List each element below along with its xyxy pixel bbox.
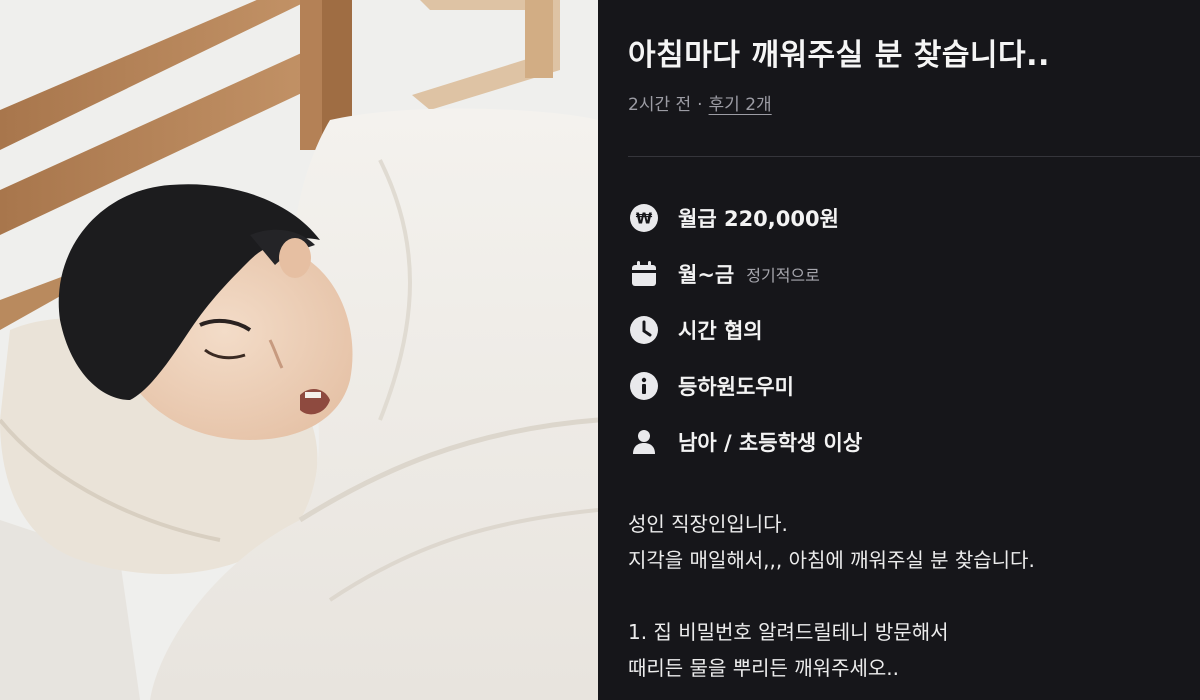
- post-meta: 2시간 전 · 후기 2개: [628, 90, 772, 115]
- divider: [628, 156, 1200, 157]
- won-icon: ₩: [628, 202, 660, 234]
- post-time: 2시간 전: [628, 95, 692, 115]
- calendar-icon: [628, 258, 660, 290]
- post-panel: 아침마다 깨워주실 분 찾습니다.. 2시간 전 · 후기 2개 ₩ 월급 220,…: [598, 0, 1200, 700]
- meta-separator: ·: [697, 95, 703, 115]
- description-line: 지각을 매일해서,,, 아침에 깨워주실 분 찾습니다.: [628, 548, 1035, 572]
- post-title: 아침마다 깨워주실 분 찾습니다..: [628, 38, 1050, 73]
- detail-main: 월~금: [678, 263, 735, 287]
- detail-main: 월급 220,000원: [678, 207, 839, 231]
- info-icon: [628, 370, 660, 402]
- detail-row-time: 시간 협의: [628, 310, 763, 350]
- detail-row-category: 등하원도우미: [628, 366, 794, 406]
- clock-icon: [628, 314, 660, 346]
- detail-sub: 정기적으로: [746, 266, 820, 285]
- post-photo: [0, 0, 598, 700]
- detail-row-days: 월~금 정기적으로: [628, 254, 820, 294]
- reviews-link[interactable]: 후기 2개: [709, 95, 772, 115]
- detail-row-target: 남아 / 초등학생 이상: [628, 422, 862, 462]
- svg-text:₩: ₩: [636, 210, 653, 228]
- description-line: 1. 집 비밀번호 알려드릴테니 방문해서: [628, 620, 949, 644]
- description-line: 성인 직장인입니다.: [628, 512, 788, 536]
- detail-main: 등하원도우미: [678, 375, 794, 399]
- detail-main: 남아 / 초등학생 이상: [678, 431, 863, 455]
- detail-main: 시간 협의: [678, 319, 763, 343]
- detail-row-salary: ₩ 월급 220,000원: [628, 198, 839, 238]
- sleeping-man-image: [0, 0, 598, 700]
- description-line: 때리든 물을 뿌리든 깨워주세오..: [628, 656, 899, 680]
- person-icon: [628, 426, 660, 458]
